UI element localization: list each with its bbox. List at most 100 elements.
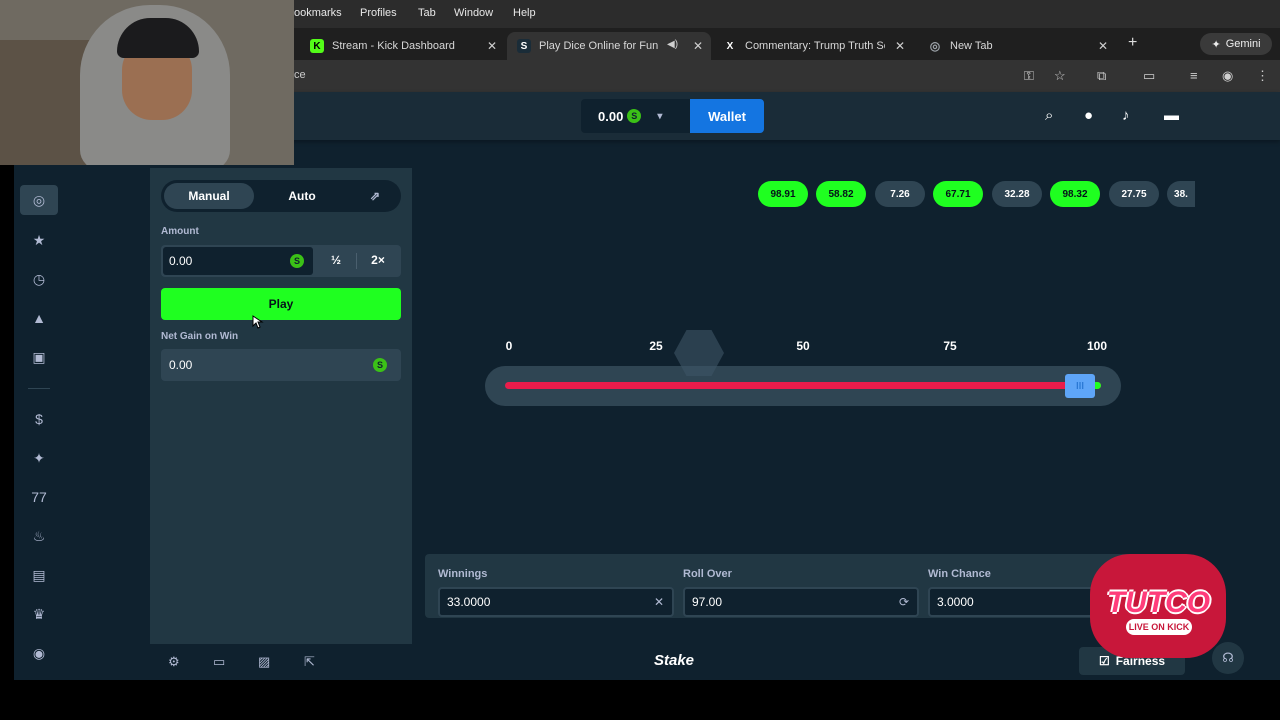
sidebar-item-my-bets[interactable]: ▣	[28, 346, 50, 368]
close-tab-icon[interactable]: ✕	[693, 39, 703, 53]
logo-brand-text: TUTCO	[1106, 586, 1211, 619]
winnings-value: 33.0000	[447, 595, 491, 609]
slider-tick-label: 25	[649, 339, 663, 353]
gemini-button[interactable]: ✦ Gemini	[1200, 33, 1272, 55]
tab-new-tab[interactable]: ◎ New Tab ✕	[918, 32, 1116, 60]
sidebar-item-slots[interactable]: 77	[28, 486, 50, 508]
sidebar-item-exclusives[interactable]: ✦	[28, 447, 50, 469]
mountain-icon: ▲	[32, 310, 46, 326]
menu-profiles[interactable]: Profiles	[360, 7, 397, 19]
new-tab-plus-icon[interactable]: +	[1128, 34, 1137, 52]
game-footer: ⚙ ▭ ▨ ⇱ Stake ☑ Fairness	[150, 644, 1195, 680]
flame-icon: ♨	[32, 527, 46, 544]
search-icon[interactable]: ⌕	[1045, 107, 1053, 124]
half-amount-button[interactable]: ½	[321, 253, 351, 267]
sparkle-icon: ✦	[1211, 38, 1221, 51]
audio-playing-icon[interactable]: ◀)	[667, 39, 678, 50]
sidebar-item-live-casino[interactable]: ▤	[28, 564, 50, 586]
clock-icon: ◷	[32, 270, 46, 287]
x-favicon-icon: X	[726, 40, 734, 52]
double-amount-button[interactable]: 2×	[361, 253, 395, 267]
close-tab-icon[interactable]: ✕	[895, 39, 905, 53]
slider-tick-label: 50	[796, 339, 810, 353]
result-pill: 27.75	[1109, 181, 1159, 207]
profile-avatar-icon[interactable]: ◉	[1222, 68, 1233, 84]
slider-track[interactable]	[505, 382, 1101, 389]
swap-refresh-icon[interactable]: ⟳	[899, 595, 909, 609]
roll-over-label: Roll Over	[683, 568, 732, 580]
user-icon[interactable]: ●	[1084, 107, 1093, 124]
cast-icon[interactable]: ▭	[1143, 68, 1155, 84]
result-pill: 7.26	[875, 181, 925, 207]
popout-icon[interactable]: ⇱	[304, 654, 315, 670]
winnings-field[interactable]: 33.0000 ✕	[438, 587, 674, 617]
amount-label: Amount	[161, 226, 199, 237]
extensions-icon[interactable]: ⧉	[1097, 68, 1106, 84]
slider-tick-label: 100	[1086, 339, 1108, 353]
stake-coin-icon: S	[290, 254, 304, 268]
menu-tab[interactable]: Tab	[418, 7, 436, 19]
amount-value: 0.00	[169, 254, 193, 268]
wallet-button[interactable]: Wallet	[690, 99, 764, 133]
menu-help[interactable]: Help	[513, 7, 536, 19]
tab-title: Commentary: Trump Truth So	[745, 40, 885, 52]
roll-over-field[interactable]: 97.00 ⟳	[683, 587, 919, 617]
theatre-mode-icon[interactable]: ▭	[213, 654, 225, 670]
tab-title: New Tab	[950, 40, 993, 52]
streamer-webcam	[0, 0, 294, 165]
close-tab-icon[interactable]: ✕	[487, 39, 497, 53]
result-pill: 98.32	[1050, 181, 1100, 207]
tutco-stream-logo: TUTCO LIVE ON KICK	[1086, 544, 1231, 664]
gemini-label: Gemini	[1225, 38, 1261, 50]
casino-chip-icon: ◎	[32, 191, 46, 208]
sidebar-divider	[28, 388, 50, 389]
menu-window[interactable]: Window	[454, 7, 493, 19]
browser-menu-icon[interactable]: ⋮	[1256, 68, 1269, 84]
cards-icon: ▤	[32, 566, 46, 583]
tab-stake-dice[interactable]: S Play Dice Online for Fun & ◀) ✕	[507, 32, 711, 60]
mode-toggle: Manual Auto ⇗	[161, 180, 401, 212]
sidebar-item-casino[interactable]: ◎	[20, 185, 58, 215]
close-tab-icon[interactable]: ✕	[1098, 39, 1108, 53]
bookmark-star-icon[interactable]: ☆	[1054, 68, 1066, 84]
sidebar-item-stake-poker[interactable]: ◉	[28, 642, 50, 664]
sidebar-item-recent[interactable]: ◷	[28, 268, 50, 290]
sidebar-item-hot[interactable]: ♨	[28, 525, 50, 547]
chat-icon[interactable]: ▬	[1164, 107, 1179, 124]
sidebar-item-challenges[interactable]: ▲	[28, 307, 50, 329]
tab-title: Stream - Kick Dashboard	[332, 40, 455, 52]
sidebar-item-favourites[interactable]: ★	[28, 229, 50, 251]
url-field[interactable]: ce	[294, 69, 306, 81]
screen: ookmarks Profiles Tab Window Help K Stre…	[0, 0, 1280, 720]
media-control-icon[interactable]: ≡	[1190, 68, 1198, 83]
play-button[interactable]: Play	[161, 288, 401, 320]
stake-coin-icon: S	[373, 358, 387, 372]
notifications-bell-icon[interactable]: ♪	[1122, 107, 1130, 124]
close-icon[interactable]: ✕	[654, 595, 664, 609]
trend-arrows-icon[interactable]: ⇗	[357, 183, 393, 209]
roll-over-value: 97.00	[692, 595, 723, 609]
slots-icon: 77	[31, 489, 47, 505]
sidebar-item-stake-originals[interactable]: $	[28, 408, 50, 430]
tab-commentary[interactable]: X Commentary: Trump Truth So ✕	[713, 32, 913, 60]
amount-divider	[356, 253, 357, 269]
tab-kick-dashboard[interactable]: K Stream - Kick Dashboard ✕	[300, 32, 505, 60]
slider-tick-label: 0	[505, 339, 513, 353]
settings-gear-icon[interactable]: ⚙	[168, 654, 180, 670]
stake-logo: Stake	[654, 652, 695, 669]
tab-manual[interactable]: Manual	[164, 183, 254, 209]
sidebar-item-game-shows[interactable]: ♛	[28, 603, 50, 625]
support-headset-icon[interactable]: ☊	[1212, 642, 1244, 674]
slider-tick-label: 75	[943, 339, 957, 353]
live-stats-chart-icon[interactable]: ▨	[258, 654, 270, 670]
stake-coin-icon: S	[627, 109, 642, 123]
stake-favicon-icon: S	[517, 39, 531, 53]
sidebar: ◎ ★ ◷ ▲ ▣ $ ✦ 77 ♨ ▤ ♛ ◉	[14, 140, 64, 680]
password-key-icon[interactable]: ⚿	[1024, 68, 1034, 84]
balance-selector[interactable]: 0.00 S ▾	[581, 99, 691, 133]
slider-handle[interactable]: III	[1065, 374, 1095, 398]
menu-bookmarks[interactable]: ookmarks	[294, 7, 342, 19]
tab-auto[interactable]: Auto	[257, 183, 347, 209]
win-chance-label: Win Chance	[928, 568, 991, 580]
stake-s-icon: $	[35, 411, 43, 427]
